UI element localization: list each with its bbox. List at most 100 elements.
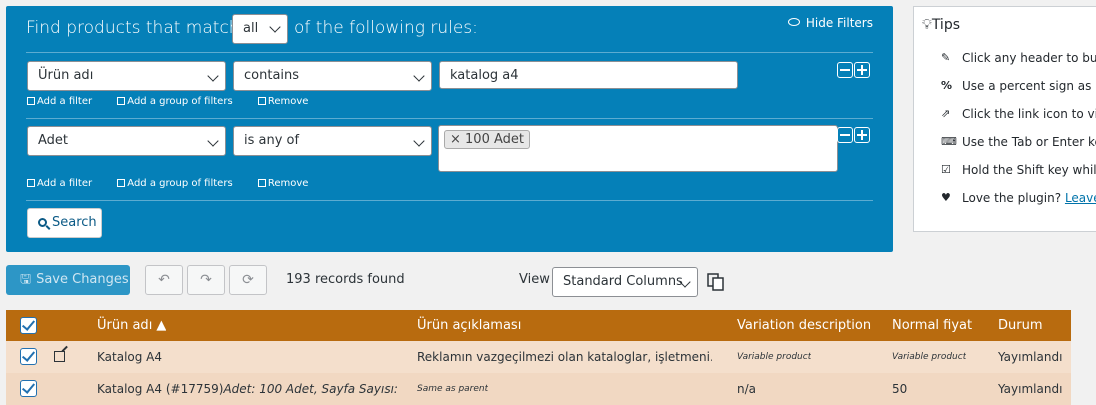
tips-panel: 💡︎Tips ✎ Click any header to bul % Use a… xyxy=(913,6,1096,232)
col-header-variation[interactable]: Variation description xyxy=(737,310,871,341)
cell-variation[interactable]: n/a xyxy=(737,373,756,405)
cell-name[interactable]: Katalog A4 (#17759)Adet: 100 Adet, Sayfa… xyxy=(97,373,397,405)
redo-icon: ↷ xyxy=(200,272,212,288)
checkbox-icon: ☑ xyxy=(941,163,951,176)
tips-title: 💡︎Tips xyxy=(922,17,960,33)
hide-filters-link[interactable]: Hide Filters xyxy=(787,16,873,30)
view-label: View xyxy=(519,272,550,287)
cell-description[interactable]: Same as parent xyxy=(417,373,488,405)
filter-title: Find products that match xyxy=(26,18,240,38)
heart-icon: ♥ xyxy=(941,191,951,204)
tip-item: Use a percent sign as a xyxy=(962,79,1096,93)
tip-item: Hold the Shift key while xyxy=(962,163,1096,177)
rule2-operator-value: is any of xyxy=(244,133,300,148)
wand-icon: ✎ xyxy=(941,51,951,64)
tips-title-text: Tips xyxy=(931,17,961,33)
cell-name-attributes: Adet: 100 Adet, Sayfa Sayısı: ... xyxy=(223,382,397,396)
add-filter-label: Add a filter xyxy=(37,178,93,189)
remove-label: Remove xyxy=(267,96,309,107)
remove-link[interactable]: Remove xyxy=(257,178,309,189)
remove-link[interactable]: Remove xyxy=(257,96,309,107)
add-filter-link[interactable]: Add a filter xyxy=(27,178,92,189)
tip-item: Click any header to bul xyxy=(962,51,1096,65)
add-group-link[interactable]: Add a group of filters xyxy=(117,96,233,107)
cell-variation[interactable]: Variable product xyxy=(737,341,811,373)
undo-icon: ↶ xyxy=(158,272,170,288)
col-header-price[interactable]: Normal fiyat xyxy=(892,310,972,341)
search-button[interactable]: Search xyxy=(27,208,102,238)
lightbulb-icon: 💡︎ xyxy=(922,17,932,33)
select-all-checkbox[interactable] xyxy=(20,317,37,334)
minus-icon[interactable] xyxy=(837,62,853,78)
add-group-link[interactable]: Add a group of filters xyxy=(117,178,233,189)
tip-item: Use the Tab or Enter ke xyxy=(962,135,1096,149)
match-select[interactable]: all xyxy=(232,14,288,44)
cell-name[interactable]: Katalog A4 xyxy=(97,341,162,373)
add-group-label: Add a group of filters xyxy=(127,178,233,189)
external-link-icon: ⇗ xyxy=(941,107,951,120)
table-row: Katalog A4 Reklamın vazgeçilmezi olan ka… xyxy=(6,341,1071,373)
remove-label: Remove xyxy=(267,178,309,189)
rule1-operator-select[interactable]: contains xyxy=(233,61,432,91)
divider xyxy=(26,52,873,53)
save-changes-label: Save Changes xyxy=(36,272,129,287)
rule1-field-select[interactable]: Ürün adı xyxy=(27,61,226,91)
cell-price[interactable]: 50 xyxy=(892,373,907,405)
table-header: Ürün adı ▲ Ürün açıklaması Variation des… xyxy=(6,310,1071,341)
value-tag-100-adet[interactable]: × 100 Adet xyxy=(444,130,530,149)
cell-status[interactable]: Yayımlandı xyxy=(998,341,1062,373)
chevron-down-icon xyxy=(413,70,425,82)
plus-square-icon xyxy=(117,179,126,187)
hide-filters-label: Hide Filters xyxy=(805,16,873,30)
table-row: Katalog A4 (#17759)Adet: 100 Adet, Sayfa… xyxy=(6,373,1071,405)
rule1-operator-value: contains xyxy=(244,68,300,83)
rule2-links: Add a filter Add a group of filters Remo… xyxy=(27,178,330,189)
chevron-down-icon xyxy=(413,135,425,147)
cell-status[interactable]: Yayımlandı xyxy=(998,373,1062,405)
rule1-value-input[interactable]: katalog a4 xyxy=(439,61,738,89)
col-header-status[interactable]: Durum xyxy=(998,310,1043,341)
rule2-field-select[interactable]: Adet xyxy=(27,126,226,156)
add-filter-label: Add a filter xyxy=(37,96,93,107)
save-changes-button[interactable]: 🖫︎ Save Changes xyxy=(6,265,130,295)
chevron-down-icon xyxy=(207,70,219,82)
rule1-links: Add a filter Add a group of filters Remo… xyxy=(27,96,330,107)
rule2-add-remove xyxy=(837,127,870,143)
row-checkbox[interactable] xyxy=(20,348,37,365)
chevron-down-icon xyxy=(207,135,219,147)
rule1-add-remove xyxy=(837,62,870,78)
view-select[interactable]: Standard Columns xyxy=(552,267,698,297)
tip-item-love: Love the plugin? Leave xyxy=(962,191,1096,205)
eye-icon xyxy=(787,18,800,26)
minus-square-icon xyxy=(257,97,266,105)
external-link-icon[interactable] xyxy=(54,351,65,362)
leave-review-link[interactable]: Leave xyxy=(1065,191,1096,205)
add-group-label: Add a group of filters xyxy=(127,96,233,107)
col-header-description[interactable]: Ürün açıklaması xyxy=(417,310,521,341)
tip-item: Click the link icon to vie xyxy=(962,107,1096,121)
filter-panel: Find products that match all of the foll… xyxy=(6,6,893,252)
plus-icon[interactable] xyxy=(854,127,870,143)
search-button-label: Search xyxy=(52,215,97,230)
undo-button[interactable]: ↶ xyxy=(145,265,183,295)
refresh-icon: ⟳ xyxy=(242,272,254,288)
minus-icon[interactable] xyxy=(837,127,853,143)
filter-title-suffix: of the following rules: xyxy=(294,18,478,38)
add-filter-link[interactable]: Add a filter xyxy=(27,96,92,107)
col-header-name[interactable]: Ürün adı ▲ xyxy=(97,310,166,341)
view-select-value: Standard Columns xyxy=(563,274,683,289)
rule2-operator-select[interactable]: is any of xyxy=(233,126,432,156)
minus-square-icon xyxy=(257,179,266,187)
copy-columns-icon[interactable] xyxy=(707,273,725,291)
save-icon: 🖫︎ xyxy=(20,272,32,287)
cell-description[interactable]: Reklamın vazgeçilmezi olan kataloglar, i… xyxy=(417,341,712,373)
chevron-down-icon xyxy=(269,21,281,33)
plus-icon[interactable] xyxy=(854,62,870,78)
cell-price[interactable]: Variable product xyxy=(892,341,966,373)
rule2-field-value: Adet xyxy=(38,133,69,148)
refresh-button[interactable]: ⟳ xyxy=(229,265,267,295)
redo-button[interactable]: ↷ xyxy=(187,265,225,295)
row-checkbox[interactable] xyxy=(20,380,37,397)
products-table: Ürün adı ▲ Ürün açıklaması Variation des… xyxy=(6,310,1071,405)
keyboard-icon: ⌨ xyxy=(941,135,957,148)
